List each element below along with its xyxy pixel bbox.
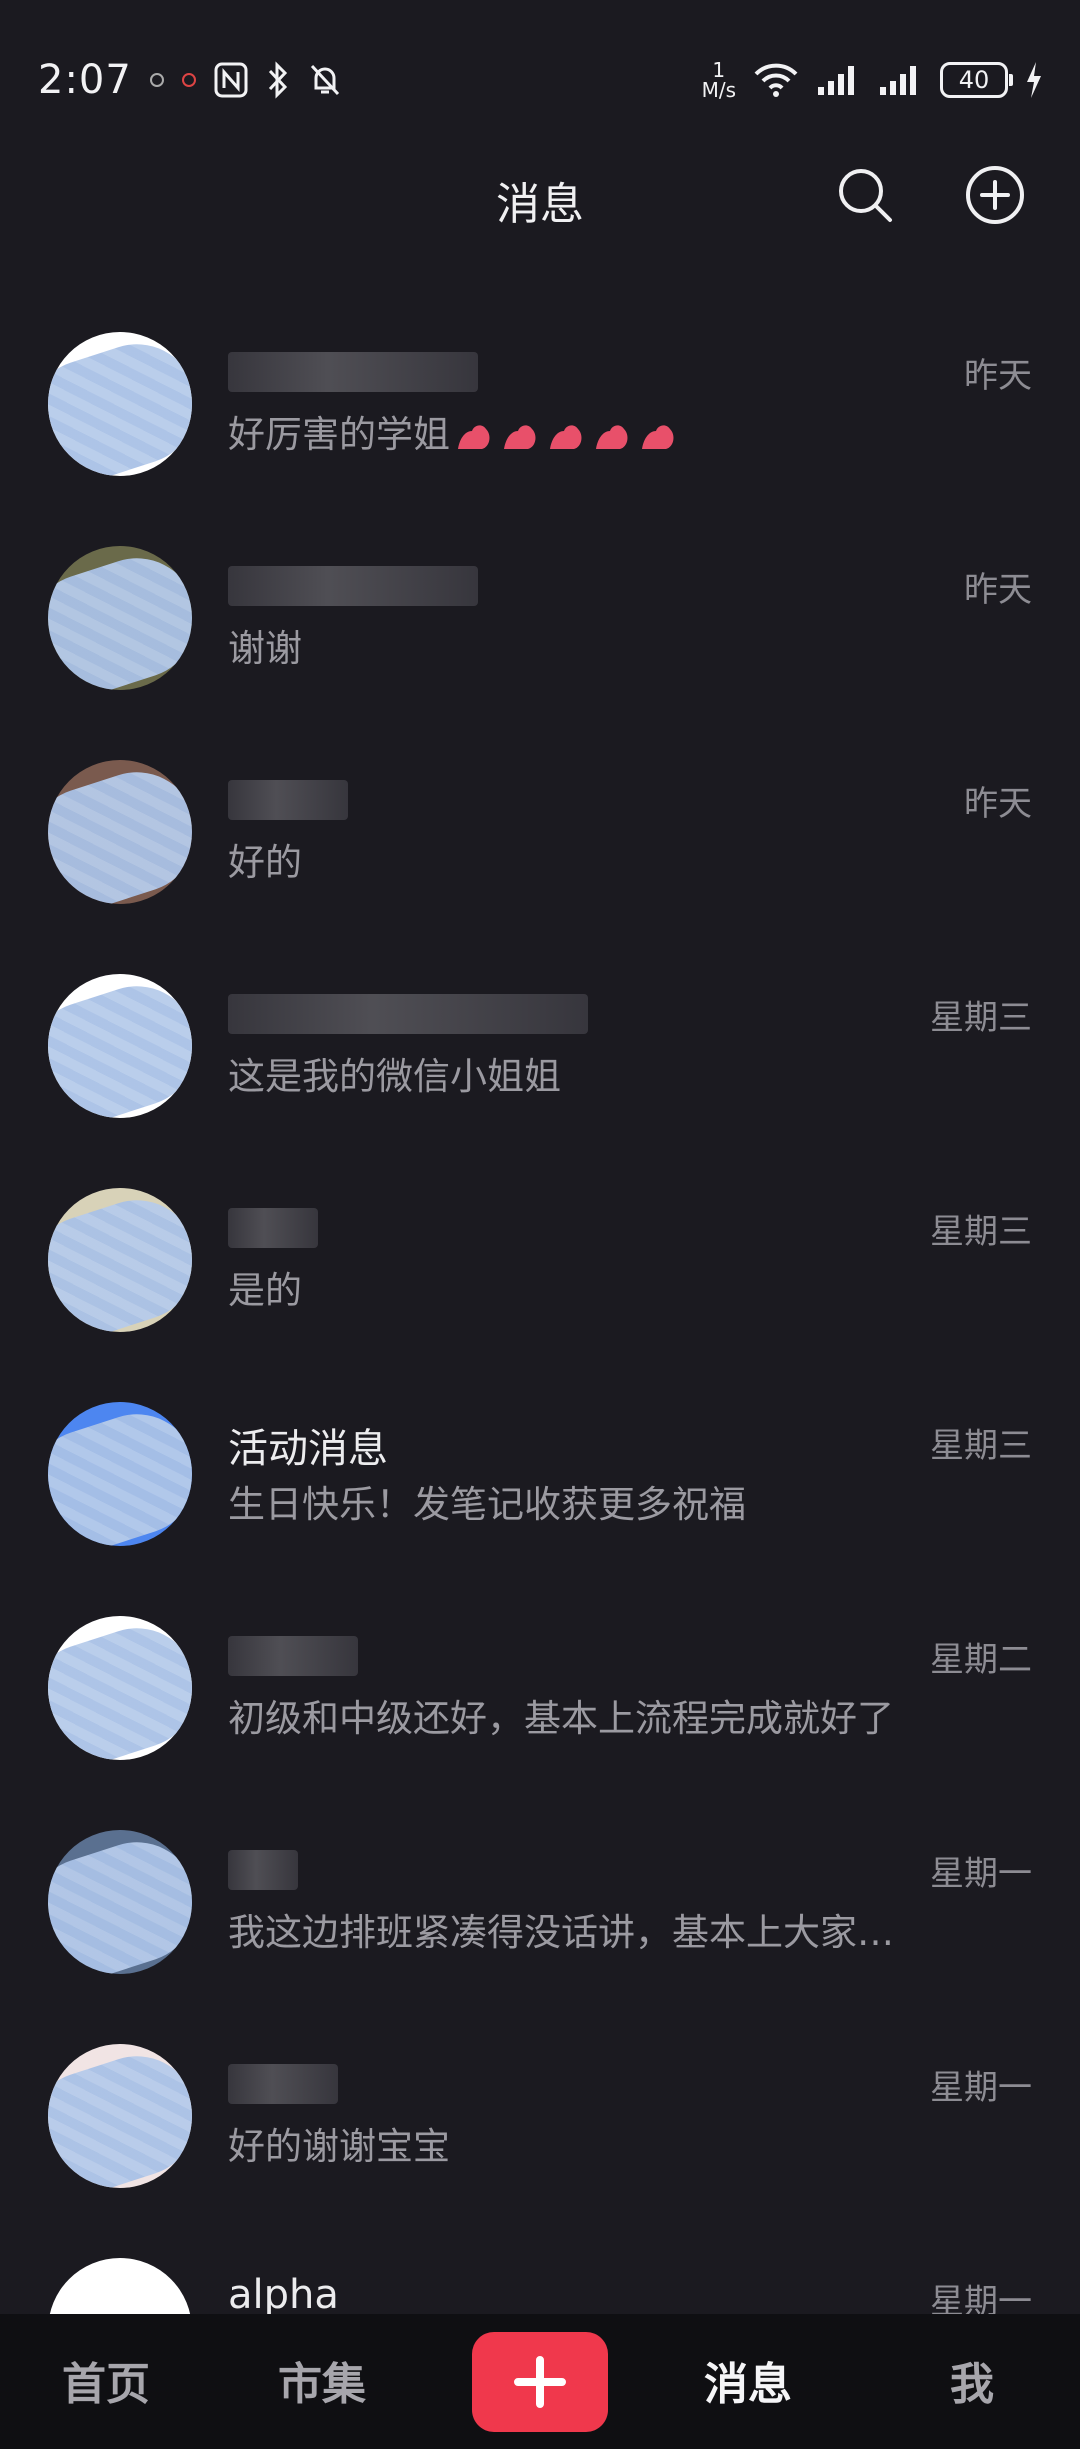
avatar	[48, 2044, 192, 2188]
name-redacted	[228, 780, 348, 820]
avatar-blur-overlay	[48, 332, 192, 476]
avatar	[48, 1402, 192, 1546]
conversation-row[interactable]: 好的 昨天	[0, 728, 1080, 942]
flexed-biceps-icon	[596, 424, 628, 449]
message-preview: 谢谢	[228, 627, 302, 670]
header: 消息	[0, 150, 1080, 240]
message-time: 星期三	[930, 1426, 1032, 1466]
message-time: 星期三	[930, 998, 1032, 1038]
avatar-blur-overlay	[48, 2044, 192, 2188]
avatar-blur-overlay	[48, 1188, 192, 1332]
status-bar: 2:07 1 M/s 40	[0, 0, 1080, 160]
signal-1-icon	[816, 63, 862, 97]
message-time: 星期一	[930, 2068, 1032, 2108]
page-title: 消息	[496, 179, 584, 230]
recording-dot-icon	[181, 73, 196, 87]
battery-indicator: 40	[940, 62, 1013, 98]
conversation-row[interactable]: 这是我的微信小姐姐 星期三	[0, 942, 1080, 1156]
message-preview: 这是我的微信小姐姐	[228, 1055, 561, 1098]
avatar-blur-overlay	[48, 760, 192, 904]
message-time: 昨天	[964, 784, 1032, 824]
nav-me[interactable]: 我	[950, 2348, 994, 2412]
message-time: 昨天	[964, 356, 1032, 396]
signal-2-icon	[878, 63, 924, 97]
status-time: 2:07	[38, 57, 132, 103]
conversation-row[interactable]: 谢谢 昨天	[0, 514, 1080, 728]
avatar-blur-overlay	[48, 1616, 192, 1760]
name-redacted	[228, 994, 588, 1034]
battery-level: 40	[958, 66, 990, 94]
search-button[interactable]	[830, 160, 900, 230]
conversation-row[interactable]: 好厉害的学姐 昨天	[0, 300, 1080, 514]
conversation-row[interactable]: 我这边排班紧凑得没话讲，基本上大家… 星期一	[0, 1798, 1080, 2012]
message-preview-text: 好厉害的学姐	[228, 413, 450, 456]
message-preview: 我这边排班紧凑得没话讲，基本上大家…	[228, 1911, 894, 1954]
message-preview: 好的谢谢宝宝	[228, 2125, 450, 2168]
charging-bolt-icon	[1024, 60, 1044, 100]
conversation-row[interactable]: 是的 星期三	[0, 1156, 1080, 1370]
name-redacted	[228, 352, 478, 392]
name-redacted	[228, 1208, 318, 1248]
network-speed-unit: M/s	[701, 78, 736, 102]
message-preview: 好厉害的学姐	[228, 404, 680, 458]
nav-messages[interactable]: 消息	[704, 2348, 792, 2412]
flexed-biceps-icon	[642, 424, 674, 449]
name-redacted	[228, 1636, 358, 1676]
mute-bell-icon	[308, 62, 342, 98]
avatar	[48, 760, 192, 904]
bottom-navigation: 首页 市集 消息 我	[0, 2314, 1080, 2449]
message-preview: 初级和中级还好，基本上流程完成就好了	[228, 1697, 894, 1740]
add-circle-icon	[966, 166, 1024, 224]
status-right: 1 M/s 40	[702, 52, 1044, 108]
wifi-icon	[752, 62, 800, 98]
flexed-biceps-icon	[458, 424, 490, 449]
avatar-blur-overlay	[48, 1830, 192, 1974]
notification-dot-icon	[149, 73, 164, 87]
network-speed-value: 1	[712, 58, 726, 82]
status-left: 2:07	[38, 52, 342, 108]
message-preview: 生日快乐！发笔记收获更多祝福	[228, 1483, 746, 1526]
plus-icon	[514, 2356, 566, 2408]
conversation-name: 活动消息	[228, 1426, 388, 1472]
avatar	[48, 1188, 192, 1332]
avatar	[48, 546, 192, 690]
network-speed: 1 M/s	[702, 60, 736, 100]
message-time: 昨天	[964, 570, 1032, 610]
create-post-button[interactable]	[472, 2332, 608, 2432]
avatar	[48, 1616, 192, 1760]
name-redacted	[228, 2064, 338, 2104]
flexed-biceps-emoji-group	[454, 419, 680, 455]
conversation-row[interactable]: 好的谢谢宝宝 星期一	[0, 2012, 1080, 2226]
flexed-biceps-icon	[550, 424, 582, 449]
avatar-blur-overlay	[48, 1402, 192, 1546]
avatar	[48, 974, 192, 1118]
nav-home[interactable]: 首页	[62, 2348, 150, 2412]
conversation-row[interactable]: 初级和中级还好，基本上流程完成就好了 星期二	[0, 1584, 1080, 1798]
message-preview: 好的	[228, 841, 302, 884]
conversation-name: alpha	[228, 2272, 339, 2318]
avatar-blur-overlay	[48, 974, 192, 1118]
avatar-blur-overlay	[48, 546, 192, 690]
nav-market[interactable]: 市集	[278, 2348, 366, 2412]
bluetooth-icon	[266, 61, 290, 99]
message-time: 星期二	[930, 1640, 1032, 1680]
avatar	[48, 332, 192, 476]
avatar	[48, 1830, 192, 1974]
name-redacted	[228, 566, 478, 606]
nfc-icon	[214, 62, 248, 98]
search-icon	[839, 169, 892, 222]
conversation-row[interactable]: 活动消息 生日快乐！发笔记收获更多祝福 星期三	[0, 1370, 1080, 1584]
flexed-biceps-icon	[504, 424, 536, 449]
message-preview: 是的	[228, 1269, 302, 1312]
message-time: 星期一	[930, 1854, 1032, 1894]
message-time: 星期三	[930, 1212, 1032, 1252]
name-redacted	[228, 1850, 298, 1890]
add-button[interactable]	[960, 160, 1030, 230]
